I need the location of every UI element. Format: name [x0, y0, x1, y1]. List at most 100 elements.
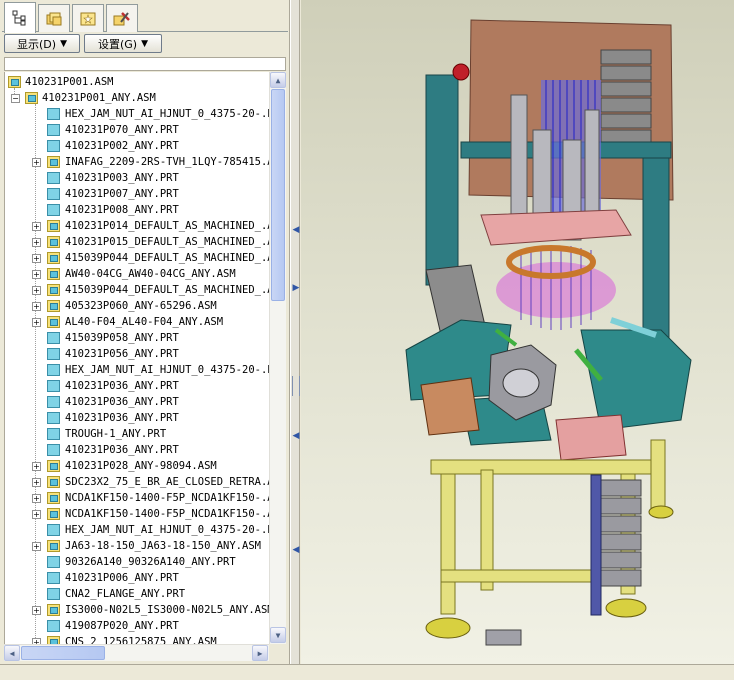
expand-icon[interactable]: + [32, 222, 41, 231]
tree-item-part[interactable]: 410231P007_ANY.PRT [5, 186, 269, 202]
scroll-thumb[interactable] [271, 89, 285, 301]
tree-horizontal-scrollbar[interactable]: ◀ ▶ [4, 644, 269, 661]
display-menu-button[interactable]: 显示(D) ▼ [4, 34, 80, 53]
tree-item-assembly[interactable]: + NCDA1KF150-1400-F5P_NCDA1KF150-.ASM [5, 490, 269, 506]
tree-item-label: 410231P036_ANY.PRT [65, 444, 179, 456]
tab-folder-browser[interactable] [38, 4, 70, 32]
settings-menu-button[interactable]: 设置(G) ▼ [84, 34, 162, 53]
table-right [580, 329, 692, 431]
tree-item-label: 410231P014_DEFAULT_AS_MACHINED_.ASM [65, 220, 269, 232]
assembly-icon [47, 220, 60, 232]
tree-vertical-scrollbar[interactable]: ▲ ▼ [269, 72, 286, 644]
tree-item-assembly[interactable]: +410231P028_ANY-98094.ASM [5, 458, 269, 474]
scroll-thumb[interactable] [21, 646, 105, 660]
expand-icon[interactable]: + [32, 318, 41, 327]
tree-item-part[interactable]: 410231P036_ANY.PRT [5, 378, 269, 394]
tree-item-assembly[interactable]: +410231P014_DEFAULT_AS_MACHINED_.ASM [5, 218, 269, 234]
tree-root-item[interactable]: 410231P001.ASM [5, 74, 269, 90]
tree-item-assembly[interactable]: + NCDA1KF150-1400-F5P_NCDA1KF150-.ASM [5, 506, 269, 522]
tree-item-assembly[interactable]: + AW40-04CG_AW40-04CG_ANY.ASM [5, 266, 269, 282]
tree-item-assembly[interactable]: + IS3000-N02L5_IS3000-N02L5_ANY.ASM [5, 602, 269, 618]
tree-item-label: 415039P044_DEFAULT_AS_MACHINED_.ASM [65, 284, 269, 296]
tree-item-part[interactable]: 410231P036_ANY.PRT [5, 442, 269, 458]
assembly-icon [47, 316, 60, 328]
expand-icon[interactable]: + [32, 286, 41, 295]
tree-item-assembly[interactable]: + CNS_2_1256125875_ANY.ASM [5, 634, 269, 644]
tree-item-label: 410231P015_DEFAULT_AS_MACHINED_.ASM [65, 236, 269, 248]
panel-splitter[interactable]: ◀ ▶ ◀ ◀ [290, 0, 300, 664]
tree-item-part[interactable]: 410231P003_ANY.PRT [5, 170, 269, 186]
tree-item-label: 415039P044_DEFAULT_AS_MACHINED_.ASM [65, 252, 269, 264]
tree-item-part[interactable]: 410231P002_ANY.PRT [5, 138, 269, 154]
scroll-left-icon[interactable]: ◀ [4, 645, 20, 661]
tree-item-part[interactable]: 410231P070_ANY.PRT [5, 122, 269, 138]
expand-icon[interactable]: + [32, 542, 41, 551]
tree-item-label: NCDA1KF150-1400-F5P_NCDA1KF150-.ASM [65, 508, 269, 520]
foot [605, 598, 647, 618]
cad-application-window: 显示(D) ▼ 设置(G) ▼ 410231P001.ASM −410231P0… [0, 0, 734, 680]
expand-icon[interactable]: + [32, 254, 41, 263]
tree-item-label: 410231P008_ANY.PRT [65, 204, 179, 216]
tab-favorites[interactable] [72, 4, 104, 32]
collapse-icon[interactable]: − [11, 94, 20, 103]
chevron-down-icon: ▼ [141, 38, 149, 49]
scroll-up-icon[interactable]: ▲ [270, 72, 286, 88]
expand-icon[interactable]: + [32, 158, 41, 167]
expand-right-icon[interactable]: ▶ [292, 284, 300, 293]
tree-item-assembly[interactable]: + AL40-F04_AL40-F04_ANY.ASM [5, 314, 269, 330]
tree-item-part[interactable]: 415039P058_ANY.PRT [5, 330, 269, 346]
expand-icon[interactable]: + [32, 494, 41, 503]
collapse-left-icon[interactable]: ◀ [292, 226, 300, 235]
tree-item-assembly[interactable]: − 410231P001_ANY.ASM [5, 90, 269, 106]
assembly-icon [8, 76, 21, 88]
tree-item-assembly[interactable]: +405323P060_ANY-65296.ASM [5, 298, 269, 314]
tab-model-tree[interactable] [4, 2, 36, 33]
left-column [425, 74, 459, 286]
tree-item-assembly[interactable]: + SDC23X2_75_E_BR_AE_CLOSED_RETRA.ASM [5, 474, 269, 490]
tree-item-part[interactable]: HEX_JAM_NUT_AI_HJNUT_0_4375-20-.PRT [5, 362, 269, 378]
part-icon [47, 108, 60, 120]
tree-item-part[interactable]: 410231P056_ANY.PRT [5, 346, 269, 362]
chevron-down-icon: ▼ [60, 38, 67, 49]
folder-icon [46, 12, 62, 25]
tree-item-part[interactable]: 410231P036_ANY.PRT [5, 410, 269, 426]
tree-item-part[interactable]: TROUGH-1_ANY.PRT [5, 426, 269, 442]
tree-item-assembly[interactable]: +415039P044_DEFAULT_AS_MACHINED_.ASM [5, 282, 269, 298]
assembly-icon [47, 284, 60, 296]
tree-item-assembly[interactable]: +410231P015_DEFAULT_AS_MACHINED_.ASM [5, 234, 269, 250]
expand-icon[interactable]: + [32, 270, 41, 279]
bracket-left [420, 377, 480, 436]
tab-tools[interactable] [106, 4, 138, 32]
part-icon [47, 140, 60, 152]
expand-icon[interactable]: + [32, 510, 41, 519]
cad-assembly-model [405, 19, 692, 646]
tree-item-part[interactable]: HEX_JAM_NUT_AI_HJNUT_0_4375-20-.PRT [5, 522, 269, 538]
expand-icon[interactable]: + [32, 238, 41, 247]
tree-item-assembly[interactable]: + INAFAG_2209-2RS-TVH_1LQY-785415.ASM [5, 154, 269, 170]
tree-item-part[interactable]: HEX_JAM_NUT_AI_HJNUT_0_4375-20-.PRT [5, 106, 269, 122]
tree-item-assembly[interactable]: +415039P044_DEFAULT_AS_MACHINED_.ASM [5, 250, 269, 266]
tree-item-part[interactable]: 419087P020_ANY.PRT [5, 618, 269, 634]
assembly-icon [47, 156, 60, 168]
tree-item-part[interactable]: 90326A140_90326A140_ANY.PRT [5, 554, 269, 570]
scroll-down-icon[interactable]: ▼ [270, 627, 286, 643]
sash-grip-icon[interactable] [292, 376, 300, 396]
part-icon [47, 620, 60, 632]
collapse-left-icon[interactable]: ◀ [292, 432, 300, 441]
expand-icon[interactable]: + [32, 606, 41, 615]
expand-icon[interactable]: + [32, 462, 41, 471]
collapse-left-icon[interactable]: ◀ [292, 546, 300, 555]
tree-item-part[interactable]: CNA2_FLANGE_ANY.PRT [5, 586, 269, 602]
foot [425, 617, 471, 639]
expand-icon[interactable]: + [32, 302, 41, 311]
part-icon [47, 348, 60, 360]
tree-item-assembly[interactable]: + JA63-18-150_JA63-18-150_ANY.ASM [5, 538, 269, 554]
3d-graphics-viewport[interactable] [301, 0, 734, 664]
tree-item-part[interactable]: 410231P036_ANY.PRT [5, 394, 269, 410]
tree-item-part[interactable]: 410231P006_ANY.PRT [5, 570, 269, 586]
tree-item-label: HEX_JAM_NUT_AI_HJNUT_0_4375-20-.PRT [65, 524, 269, 536]
expand-icon[interactable]: + [32, 478, 41, 487]
tree-item-label: 410231P006_ANY.PRT [65, 572, 179, 584]
tree-item-part[interactable]: 410231P008_ANY.PRT [5, 202, 269, 218]
scroll-right-icon[interactable]: ▶ [252, 645, 268, 661]
